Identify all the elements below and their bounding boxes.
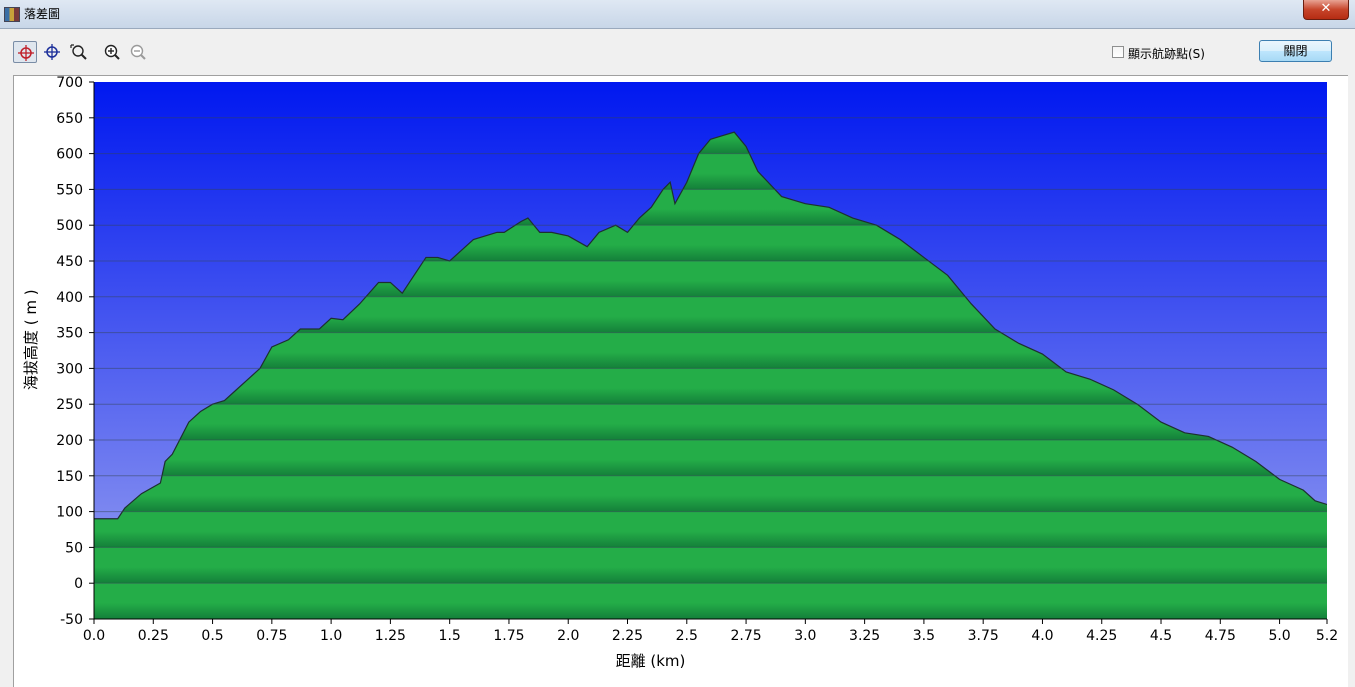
x-tick-label: 1.0 bbox=[320, 628, 342, 644]
x-tick-label: 2.5 bbox=[676, 628, 698, 644]
y-tick-label: 400 bbox=[56, 290, 83, 306]
x-tick-label: 4.5 bbox=[1150, 628, 1172, 644]
y-tick-label: 150 bbox=[56, 469, 83, 485]
crosshair-blue-tool[interactable] bbox=[40, 41, 64, 63]
window-close-button[interactable]: ✕ bbox=[1303, 0, 1349, 20]
crosshair-blue-icon bbox=[44, 44, 60, 60]
show-track-points-label: 顯示航跡點(S) bbox=[1128, 47, 1205, 61]
x-axis-title: 距離 (km) bbox=[616, 652, 686, 670]
zoom-out-icon bbox=[130, 44, 146, 60]
x-tick-label: 3.75 bbox=[968, 628, 999, 644]
x-tick-label: 3.25 bbox=[849, 628, 880, 644]
x-tick-label: 1.25 bbox=[375, 628, 406, 644]
y-tick-label: -50 bbox=[60, 612, 83, 628]
app-icon bbox=[4, 7, 20, 22]
crosshair-red-icon bbox=[18, 45, 34, 61]
chart-panel: -50 0 50 100 150 200 250 300 350 400 450 500 550 600 6… bbox=[13, 75, 1348, 687]
x-tick-label: 2.25 bbox=[612, 628, 643, 644]
zoom-box-icon bbox=[70, 44, 87, 60]
x-tick-label: 0.75 bbox=[256, 628, 287, 644]
x-tick-label: 5.2 bbox=[1316, 628, 1338, 644]
y-tick-label: 600 bbox=[56, 147, 83, 163]
y-tick-label: 500 bbox=[56, 218, 83, 234]
x-tick-label: 2.0 bbox=[557, 628, 579, 644]
show-track-points-checkbox[interactable] bbox=[1112, 46, 1124, 58]
zoom-out-tool[interactable] bbox=[126, 41, 150, 63]
window-title: 落差圖 bbox=[24, 7, 61, 21]
zoom-box-tool[interactable] bbox=[67, 41, 91, 63]
y-tick-label: 450 bbox=[56, 254, 83, 270]
y-tick-label: 250 bbox=[56, 397, 83, 413]
y-tick-label: 300 bbox=[56, 361, 83, 377]
close-button[interactable]: 關閉 bbox=[1259, 40, 1332, 62]
x-tick-label: 0.0 bbox=[83, 628, 105, 644]
x-tick-label: 4.0 bbox=[1031, 628, 1053, 644]
y-tick-label: 200 bbox=[56, 433, 83, 449]
x-tick-label: 1.75 bbox=[493, 628, 524, 644]
crosshair-red-tool[interactable] bbox=[13, 41, 37, 63]
y-tick-label: 350 bbox=[56, 326, 83, 342]
y-axis-title: 海拔高度 ( m ) bbox=[22, 289, 40, 390]
y-tick-label: 550 bbox=[56, 182, 83, 198]
elevation-profile-chart: -50 0 50 100 150 200 250 300 350 400 450 500 550 600 6… bbox=[22, 76, 1338, 670]
toolbar: 顯示航跡點(S) 關閉 bbox=[0, 29, 1355, 73]
zoom-in-tool[interactable] bbox=[100, 41, 124, 63]
x-tick-label: 1.5 bbox=[439, 628, 461, 644]
x-tick-label: 2.75 bbox=[730, 628, 761, 644]
y-tick-label: 650 bbox=[56, 111, 83, 127]
x-tick-label: 0.25 bbox=[138, 628, 169, 644]
x-tick-label: 4.25 bbox=[1086, 628, 1117, 644]
x-tick-label: 5.0 bbox=[1268, 628, 1290, 644]
y-tick-label: 50 bbox=[65, 540, 83, 556]
x-tick-label: 3.5 bbox=[913, 628, 935, 644]
x-tick-label: 3.0 bbox=[794, 628, 816, 644]
x-tick-label: 4.75 bbox=[1205, 628, 1236, 644]
title-bar: 落差圖 ✕ bbox=[0, 0, 1355, 29]
zoom-in-icon bbox=[104, 44, 120, 60]
y-tick-label: 0 bbox=[74, 576, 83, 592]
y-tick-label: 700 bbox=[56, 76, 83, 91]
y-tick-label: 100 bbox=[56, 505, 83, 521]
x-tick-label: 0.5 bbox=[201, 628, 223, 644]
